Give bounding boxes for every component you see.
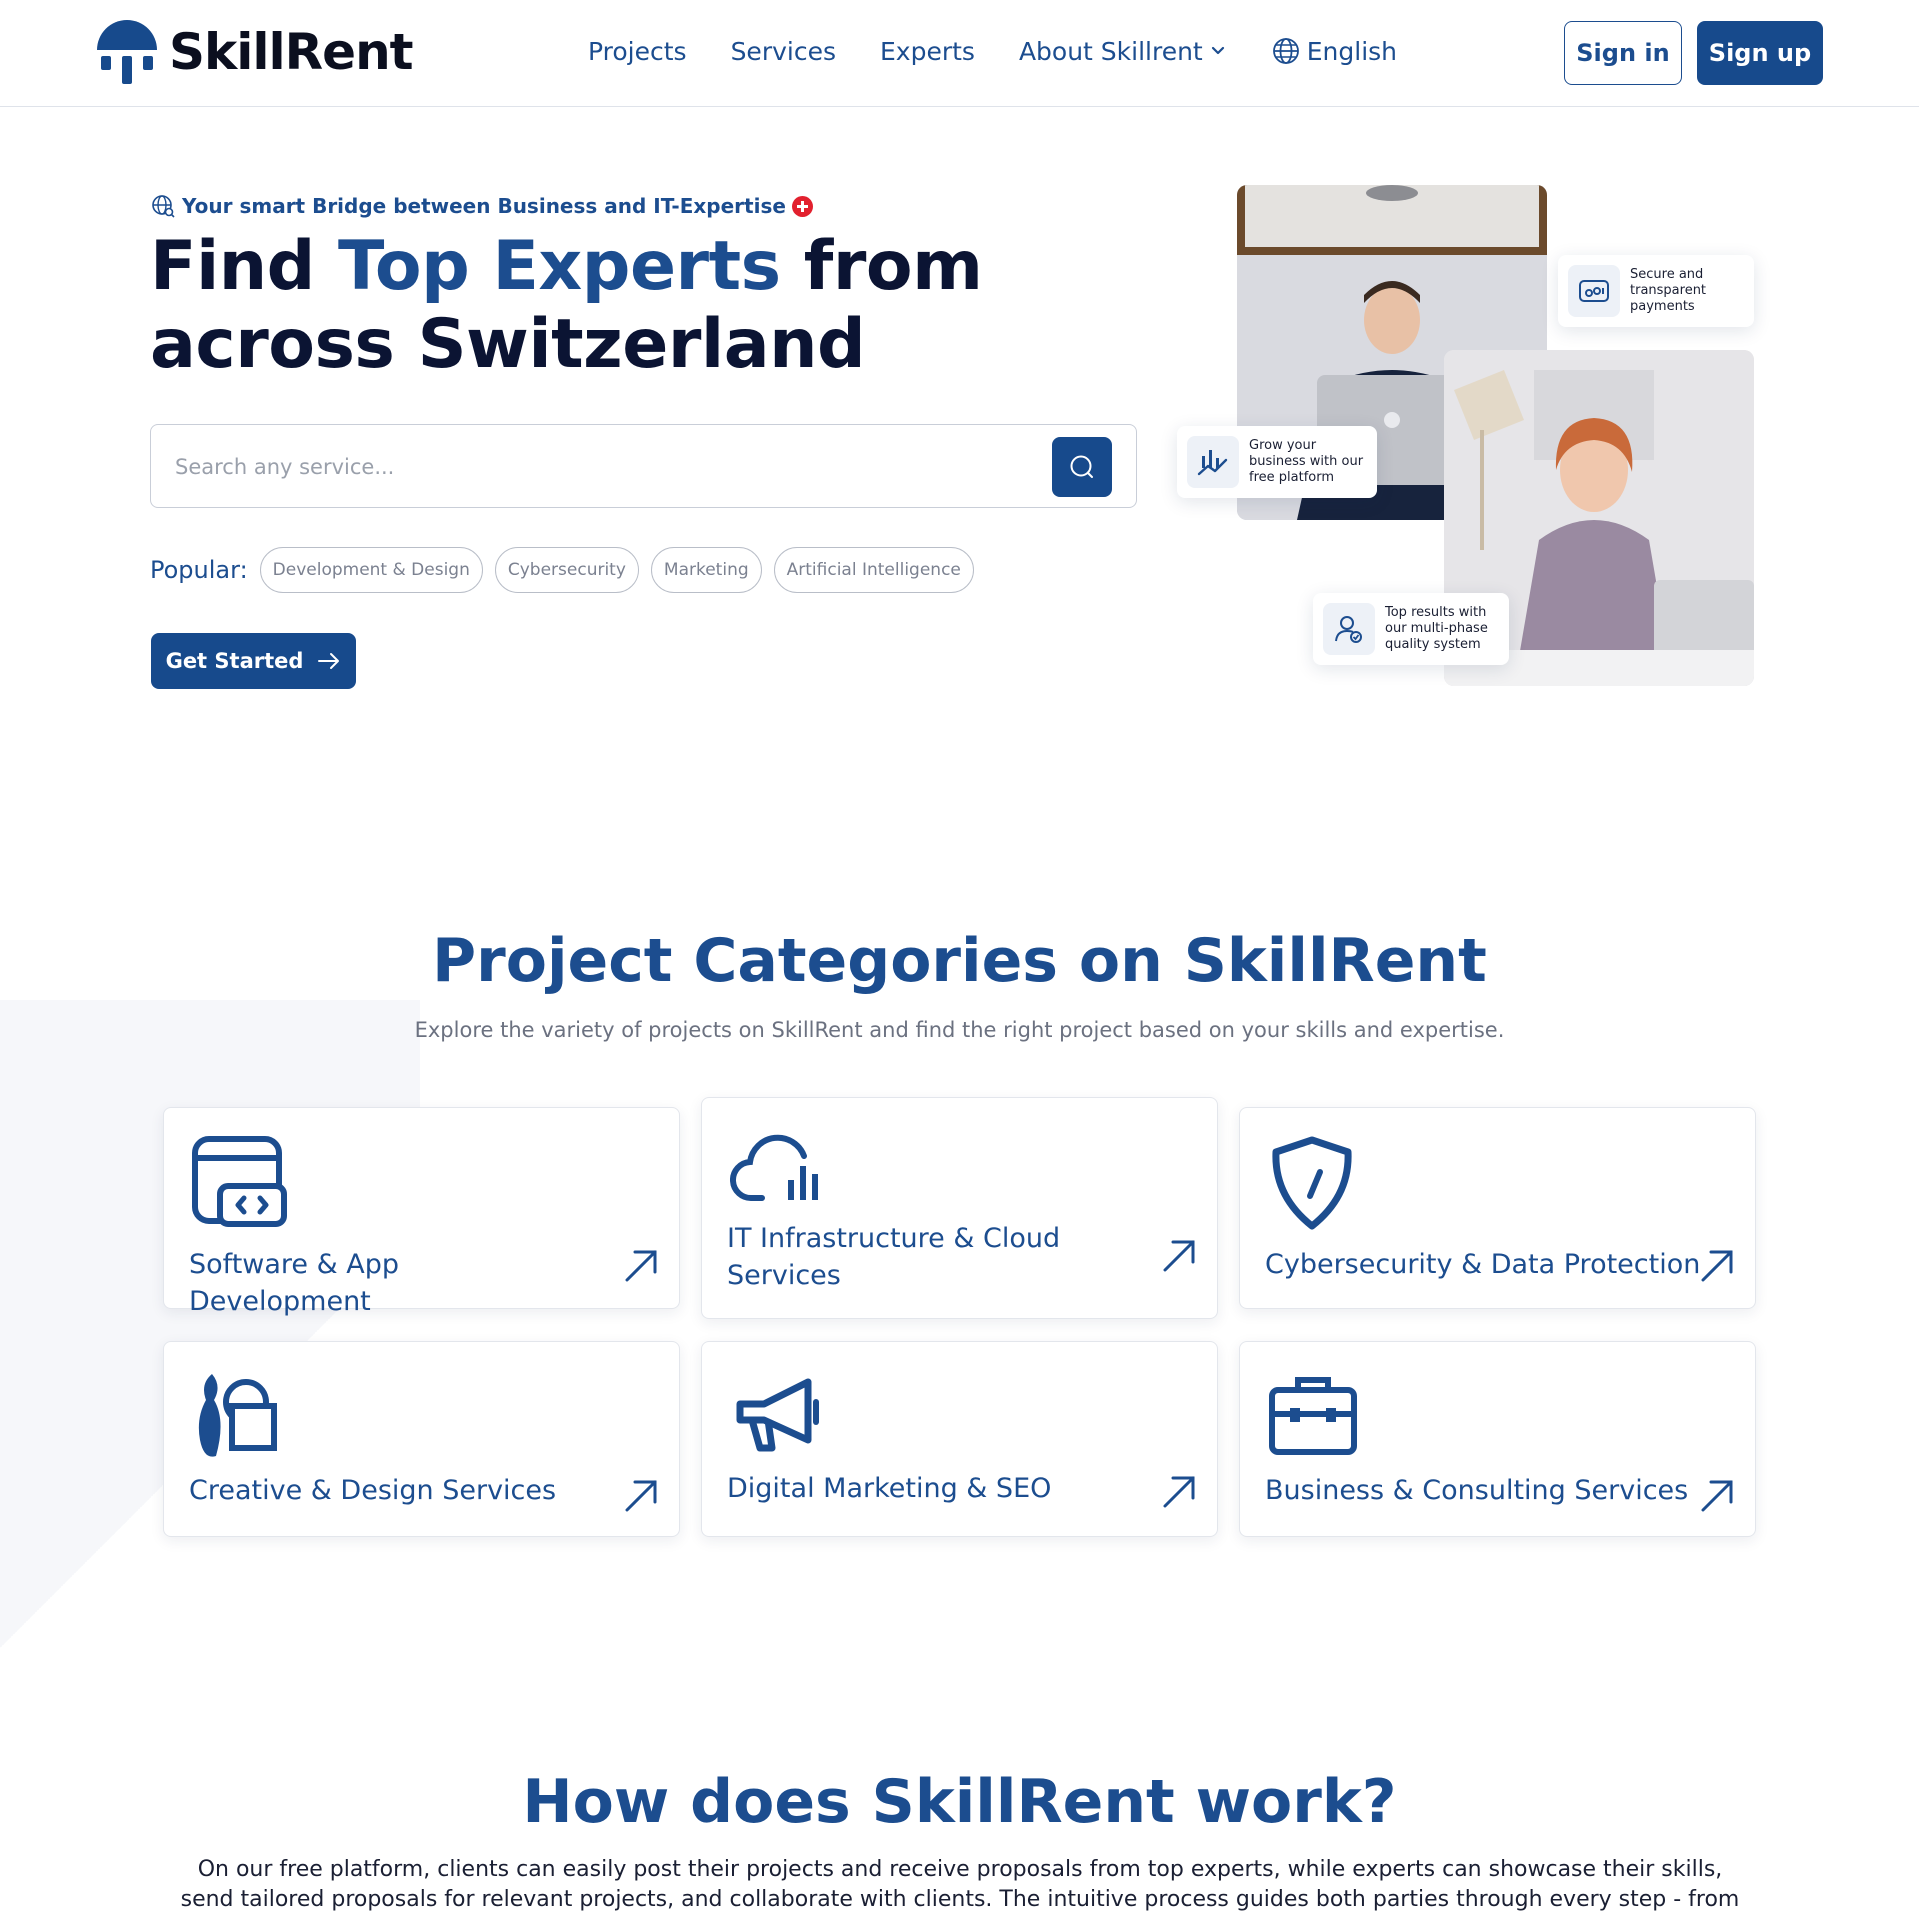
hero-title-part1: Find: [150, 227, 339, 306]
briefcase-icon: [1268, 1370, 1364, 1466]
category-card-infrastructure[interactable]: IT Infrastructure & Cloud Services: [701, 1097, 1218, 1319]
get-started-label: Get Started: [165, 649, 304, 673]
arrow-up-right-icon: [1699, 1248, 1735, 1284]
sign-up-button[interactable]: Sign up: [1697, 21, 1823, 85]
category-label: Business & Consulting Services: [1265, 1475, 1689, 1506]
category-label: Software & App Development: [189, 1249, 399, 1317]
category-label: Cybersecurity & Data Protection: [1265, 1249, 1701, 1280]
logo-icon: [95, 18, 159, 86]
arrow-up-right-icon: [1161, 1474, 1197, 1510]
popular-chip[interactable]: Cybersecurity: [494, 547, 639, 593]
shield-icon: [1268, 1136, 1364, 1232]
verified-user-icon: [1323, 603, 1375, 655]
growth-chart-icon: [1187, 436, 1239, 488]
arrow-up-right-icon: [1161, 1238, 1197, 1274]
popular-chip[interactable]: Marketing: [650, 547, 762, 593]
language-label: English: [1306, 36, 1398, 66]
nav-experts[interactable]: Experts: [880, 37, 975, 66]
categories-title: Project Categories on SkillRent: [432, 926, 1487, 996]
hero-title: Find Top Experts from across Switzerland: [150, 228, 1130, 384]
categories-subtitle: Explore the variety of projects on Skill…: [414, 1018, 1505, 1042]
category-card-creative[interactable]: Creative & Design Services: [163, 1341, 680, 1537]
arrow-right-icon: [318, 653, 340, 669]
grow-badge-text: Grow your business with our free platfor…: [1249, 438, 1364, 485]
category-label: Creative & Design Services: [189, 1475, 557, 1506]
search-button[interactable]: [1052, 437, 1112, 497]
site-header: SkillRent Projects Services Experts Abou…: [0, 0, 1919, 107]
megaphone-icon: [730, 1370, 826, 1466]
nav-services[interactable]: Services: [731, 37, 836, 66]
how-it-works-text: On our free platform, clients can easily…: [180, 1857, 1740, 1912]
category-card-software[interactable]: Software & App Development: [163, 1107, 680, 1317]
chevron-down-icon: [1211, 46, 1224, 55]
search-bar: [150, 424, 1137, 508]
logo-text: SkillRent: [169, 23, 414, 81]
logo[interactable]: SkillRent: [95, 18, 414, 86]
category-card-consulting[interactable]: Business & Consulting Services: [1239, 1341, 1756, 1537]
popular-label: Popular:: [150, 556, 248, 584]
payments-badge: Secure and transparent payments: [1558, 255, 1754, 327]
nav-about-dropdown[interactable]: About Skillrent: [1019, 37, 1227, 66]
category-label: IT Infrastructure & Cloud Services: [727, 1223, 1061, 1291]
background-shape: [0, 1000, 420, 1660]
category-card-marketing[interactable]: Digital Marketing & SEO: [701, 1341, 1218, 1537]
how-it-works-title: How does SkillRent work?: [522, 1767, 1397, 1837]
wallet-icon: [1568, 265, 1620, 317]
category-card-cybersecurity[interactable]: Cybersecurity & Data Protection: [1239, 1107, 1756, 1309]
globe-search-icon: [152, 195, 175, 218]
popular-chip[interactable]: Artificial Intelligence: [773, 547, 974, 593]
brush-shapes-icon: [192, 1370, 288, 1466]
globe-icon: [1272, 38, 1299, 64]
arrow-up-right-icon: [623, 1478, 659, 1514]
search-icon: [1070, 455, 1093, 478]
hero-tagline: Your smart Bridge between Business and I…: [150, 193, 813, 219]
quality-badge-text: Top results with our multi-phase quality…: [1385, 605, 1488, 652]
grow-badge: Grow your business with our free platfor…: [1177, 426, 1377, 498]
tagline-text: Your smart Bridge between Business and I…: [182, 194, 786, 218]
category-label: Digital Marketing & SEO: [727, 1473, 1052, 1504]
arrow-up-right-icon: [1699, 1478, 1735, 1514]
payments-badge-text: Secure and transparent payments: [1630, 267, 1707, 314]
popular-chip[interactable]: Development & Design: [259, 547, 483, 593]
arrow-up-right-icon: [623, 1248, 659, 1284]
language-selector[interactable]: English: [1271, 36, 1397, 66]
nav-about-label: About Skillrent: [1018, 36, 1203, 66]
hero-title-accent: Top Experts: [338, 227, 781, 306]
get-started-button[interactable]: Get Started: [151, 633, 356, 689]
search-input[interactable]: [175, 447, 1015, 487]
cloud-chart-icon: [729, 1126, 826, 1222]
main-nav: Projects Services Experts About Skillren…: [588, 36, 1397, 66]
quality-badge: Top results with our multi-phase quality…: [1313, 593, 1509, 665]
swiss-flag-icon: [791, 195, 813, 217]
popular-tags: Popular: Development & Design Cybersecur…: [150, 547, 974, 593]
sign-in-button[interactable]: Sign in: [1564, 21, 1682, 85]
code-window-icon: [192, 1136, 288, 1232]
nav-projects[interactable]: Projects: [588, 37, 687, 66]
